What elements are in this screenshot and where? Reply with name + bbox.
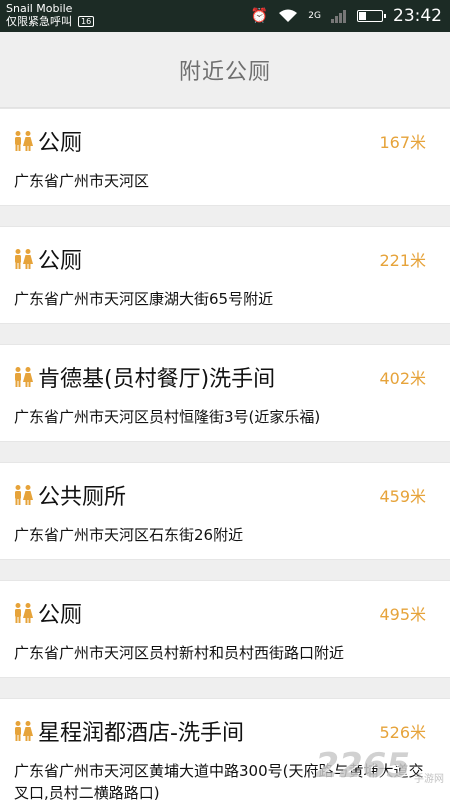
watermark-logo: 2265 手游网 (315, 746, 444, 786)
toilet-address: 广东省广州市天河区员村新村和员村西街路口附近 (14, 644, 345, 662)
toilet-name: 公厕 (38, 249, 83, 274)
toilet-distance: 526米 (379, 723, 426, 742)
page-header: 附近公厕 (0, 32, 450, 108)
watermark-number: 2265 (315, 746, 410, 786)
toilet-name: 星程润都酒店-洗手间 (38, 721, 244, 746)
network-label: 2G (308, 11, 321, 21)
toilet-distance: 402米 (379, 369, 426, 388)
toilet-address: 广东省广州市天河区 (14, 172, 150, 190)
restroom-icon (15, 721, 33, 741)
toilet-distance: 459米 (379, 487, 426, 506)
watermark-site: 手游网 (414, 774, 444, 785)
alarm-icon: ⏰ (250, 8, 269, 24)
toilet-card[interactable]: 公共厕所 459米 广东省广州市天河区石东街26附近 (0, 462, 450, 560)
wifi-icon (279, 9, 298, 22)
page-title: 附近公厕 (178, 59, 271, 85)
restroom-icon (15, 485, 33, 505)
toilet-distance: 167米 (379, 133, 426, 152)
toilet-address: 广东省广州市天河区康湖大街65号附近 (14, 290, 274, 308)
emergency-text: 仅限紧急呼叫 (6, 15, 72, 28)
toilet-card[interactable]: 公厕 221米 广东省广州市天河区康湖大街65号附近 (0, 226, 450, 324)
toilet-address: 广东省广州市天河区石东街26附近 (14, 526, 244, 544)
restroom-icon (15, 367, 33, 387)
carrier-name: Snail Mobile (6, 2, 73, 15)
toilet-name: 公厕 (38, 603, 83, 628)
battery-icon (357, 10, 386, 22)
carrier-info: Snail Mobile 仅限紧急呼叫 16 (6, 2, 95, 28)
toilet-address: 广东省广州市天河区员村恒隆街3号(近家乐福) (14, 408, 321, 426)
toilet-card[interactable]: 肯德基(员村餐厅)洗手间 402米 广东省广州市天河区员村恒隆街3号(近家乐福) (0, 344, 450, 442)
toilet-card[interactable]: 公厕 167米 广东省广州市天河区 (0, 108, 450, 206)
restroom-icon (15, 249, 33, 269)
restroom-icon (15, 603, 33, 623)
toilet-distance: 495米 (379, 605, 426, 624)
toilet-card[interactable]: 公厕 495米 广东省广州市天河区员村新村和员村西街路口附近 (0, 580, 450, 678)
status-bar: Snail Mobile 仅限紧急呼叫 16 ⏰ 2G 23:42 (0, 0, 450, 32)
toilet-name: 公厕 (38, 131, 83, 156)
clock: 23:42 (393, 6, 442, 26)
battery-fill (359, 12, 367, 20)
toilet-name: 公共厕所 (38, 485, 127, 510)
toilet-list: 公厕 167米 广东省广州市天河区 公厕 221米 广东省广州市天河区康湖大街6… (0, 108, 450, 800)
toilet-name: 肯德基(员村餐厅)洗手间 (38, 367, 276, 392)
restroom-icon (15, 131, 33, 151)
toilet-distance: 221米 (379, 251, 426, 270)
sim-badge: 16 (78, 16, 95, 27)
signal-icon (331, 10, 346, 23)
